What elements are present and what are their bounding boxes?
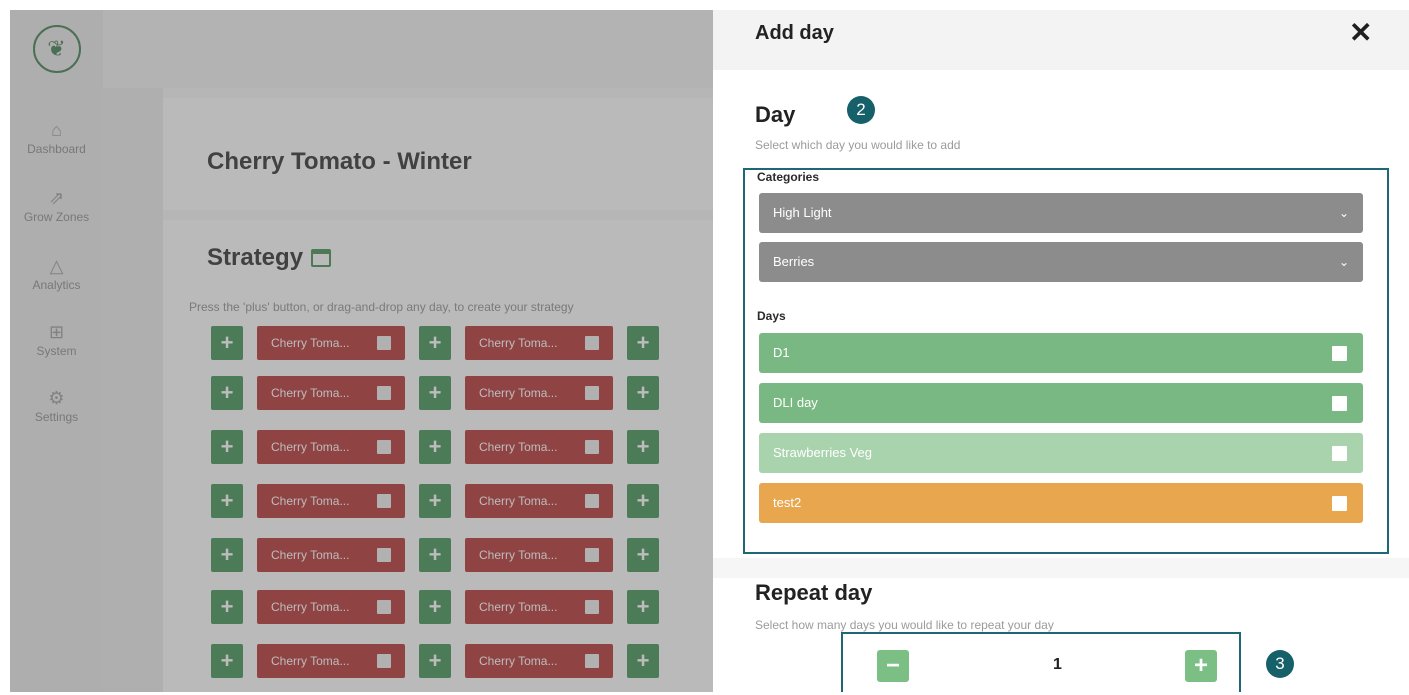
annotation-marker-3: 3 [1266, 650, 1294, 678]
select-value: Berries [773, 254, 815, 269]
select-value: High Light [773, 205, 832, 220]
category-select-2[interactable]: Berries ⌄ [759, 242, 1363, 282]
repeat-section-subtitle: Select how many days you would like to r… [755, 618, 1054, 632]
close-icon[interactable]: ✕ [1349, 18, 1372, 48]
repeat-count-value: 1 [1053, 656, 1062, 673]
day-option-label: DLI day [773, 395, 818, 410]
panel-header: Add day ✕ [713, 10, 1409, 70]
category-select-1[interactable]: High Light ⌄ [759, 193, 1363, 233]
background-app: ❦ ⌂ Dashboard ⇗ Grow Zones △ Analytics ⊞… [10, 10, 723, 692]
section-divider [713, 558, 1409, 578]
categories-label: Categories [757, 170, 820, 184]
day-section-title: Day [755, 102, 796, 127]
chevron-down-icon: ⌄ [1338, 255, 1349, 269]
day-option-d1[interactable]: D1 [759, 333, 1363, 373]
panel-title: Add day [755, 22, 834, 44]
day-option-test2[interactable]: test2 [759, 483, 1363, 523]
app-window: ❦ ⌂ Dashboard ⇗ Grow Zones △ Analytics ⊞… [10, 10, 1409, 692]
increment-button[interactable]: + [1185, 650, 1217, 682]
decrement-button[interactable]: − [877, 650, 909, 682]
day-option-checkbox[interactable] [1332, 446, 1347, 461]
day-option-checkbox[interactable] [1332, 346, 1347, 361]
day-option-label: test2 [773, 495, 802, 510]
repeat-section-title: Repeat day [755, 580, 873, 605]
day-option-strawberries-veg[interactable]: Strawberries Veg [759, 433, 1363, 473]
annotation-marker-2: 2 [847, 96, 875, 124]
day-option-checkbox[interactable] [1332, 396, 1347, 411]
day-section-subtitle: Select which day you would like to add [755, 138, 961, 152]
add-day-panel: Add day ✕ Day 2 Select which day you wou… [713, 10, 1409, 692]
chevron-down-icon: ⌄ [1338, 206, 1349, 220]
day-option-label: Strawberries Veg [773, 445, 872, 460]
day-option-dli-day[interactable]: DLI day [759, 383, 1363, 423]
day-option-label: D1 [773, 345, 790, 360]
days-label: Days [757, 309, 786, 323]
modal-backdrop[interactable] [10, 10, 713, 692]
day-option-checkbox[interactable] [1332, 496, 1347, 511]
